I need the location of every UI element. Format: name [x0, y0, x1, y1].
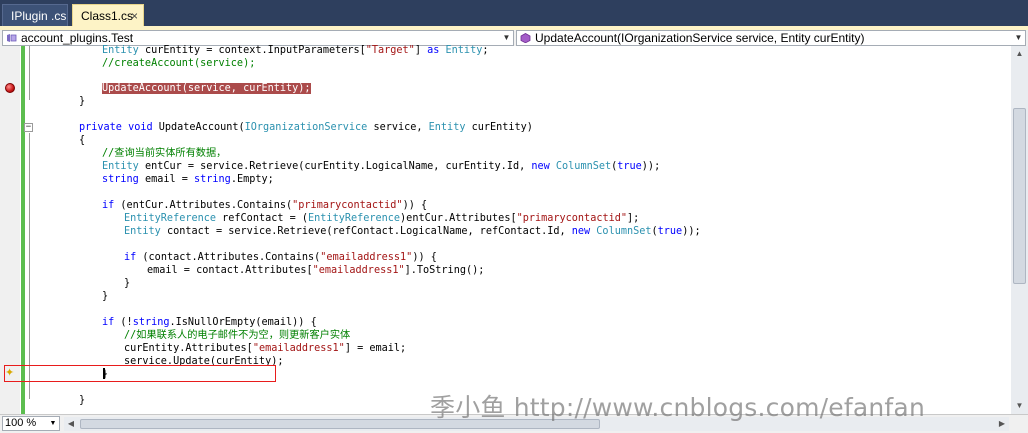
- outline-guide: [29, 133, 30, 399]
- annotation-highlight-box: [4, 365, 276, 382]
- breakpoint-line: UpdateAccount(service, curEntity);: [102, 83, 311, 94]
- indicator-margin[interactable]: [0, 46, 20, 414]
- code-line: EntityReference refContact = (EntityRefe…: [124, 213, 640, 224]
- scroll-up-icon[interactable]: ▲: [1011, 46, 1028, 62]
- code-editor[interactable]: − Entity curEntity = context.InputParame…: [0, 45, 1010, 414]
- code-line: //查询当前实体所有数据，: [102, 148, 227, 159]
- type-dropdown-value: account_plugins.Test: [21, 31, 134, 45]
- code-line: }: [79, 395, 86, 406]
- chevron-down-icon[interactable]: ▼: [1012, 31, 1025, 45]
- tab-iplugin[interactable]: IPlugin .cs: [2, 4, 68, 27]
- tab-label: IPlugin .cs: [11, 9, 67, 23]
- code-line: if (entCur.Attributes.Contains("primaryc…: [102, 200, 428, 211]
- code-line: //createAccount(service);: [102, 58, 256, 69]
- breakpoint-icon[interactable]: [5, 83, 15, 93]
- code-line: email = contact.Attributes["emailaddress…: [147, 265, 485, 276]
- scroll-left-icon[interactable]: ◀: [64, 417, 78, 431]
- code-line: {: [79, 135, 86, 146]
- scrollbar-thumb[interactable]: [1013, 108, 1026, 284]
- outline-guide: [29, 46, 30, 100]
- scroll-right-icon[interactable]: ▶: [995, 417, 1009, 431]
- close-icon[interactable]: ×: [131, 5, 138, 27]
- member-dropdown-value: UpdateAccount(IOrganizationService servi…: [535, 31, 865, 45]
- watermark: 季小鱼 http://www.cnblogs.com/efanfan: [430, 393, 925, 422]
- namespace-icon: [7, 34, 17, 42]
- code-line: }: [79, 96, 86, 107]
- method-icon: [520, 33, 531, 43]
- document-tab-strip: IPlugin .cs Class1.cs ×: [0, 0, 1028, 30]
- vertical-scrollbar[interactable]: ▲ ▼: [1011, 46, 1028, 414]
- code-line: Entity entCur = service.Retrieve(curEnti…: [102, 161, 661, 172]
- chevron-down-icon[interactable]: ▼: [500, 31, 513, 45]
- code-line: curEntity.Attributes["emailaddress1"] = …: [124, 343, 407, 354]
- change-tracking-bar: [21, 46, 25, 414]
- code-line: }: [124, 278, 131, 289]
- code-line: if (contact.Attributes.Contains("emailad…: [124, 252, 437, 263]
- zoom-dropdown[interactable]: 100 % ▼: [2, 416, 60, 431]
- code-line: }: [102, 291, 109, 302]
- code-line: string email = string.Empty;: [102, 174, 274, 185]
- code-line: Entity contact = service.Retrieve(refCon…: [124, 226, 701, 237]
- code-line: if (!string.IsNullOrEmpty(email)) {: [102, 317, 317, 328]
- zoom-value: 100 %: [5, 417, 37, 429]
- member-dropdown[interactable]: UpdateAccount(IOrganizationService servi…: [516, 30, 1026, 46]
- code-line: private void UpdateAccount(IOrganization…: [79, 122, 533, 133]
- tab-label: Class1.cs: [81, 9, 134, 23]
- chevron-down-icon[interactable]: ▼: [47, 417, 59, 430]
- code-line: //如果联系人的电子邮件不为空，则更新客户实体: [124, 330, 351, 341]
- tab-class1[interactable]: Class1.cs ×: [72, 4, 144, 27]
- scroll-down-icon[interactable]: ▼: [1011, 398, 1028, 414]
- collapse-toggle[interactable]: −: [24, 123, 33, 132]
- code-line: Entity curEntity = context.InputParamete…: [102, 45, 489, 56]
